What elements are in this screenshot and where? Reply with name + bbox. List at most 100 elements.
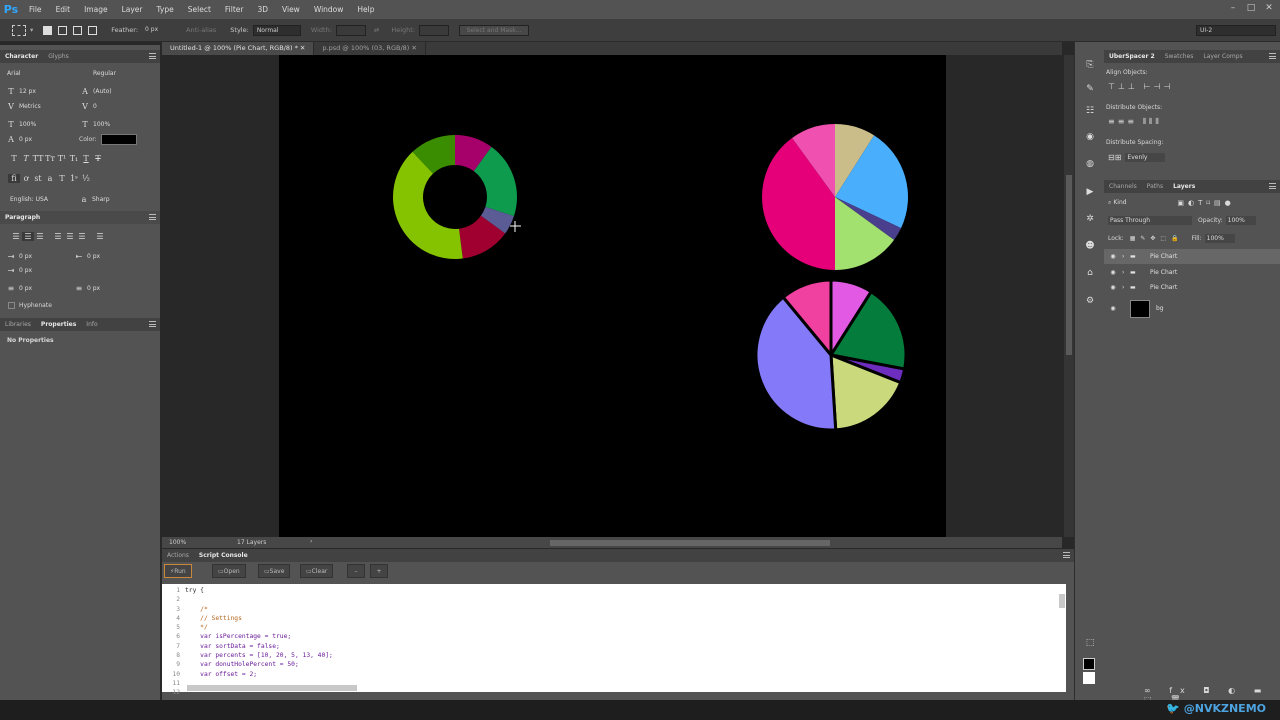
hyphenate-checkbox[interactable] (8, 302, 15, 309)
decrease-font-button[interactable]: – (347, 564, 365, 578)
close-icon[interactable]: ✕ (1262, 3, 1276, 15)
indent-first-input[interactable]: 0 px (17, 266, 67, 275)
horizontal-scrollbar-thumb[interactable] (550, 540, 830, 546)
menu-3d[interactable]: 3D (250, 5, 275, 14)
vertical-scale-input[interactable]: 100% (17, 120, 67, 129)
close-icon[interactable]: ✕ (411, 44, 416, 52)
canvas-vertical-scrollbar[interactable] (1064, 55, 1074, 537)
tracking-input[interactable]: 0 (91, 102, 136, 111)
underline-icon[interactable]: T (80, 154, 92, 163)
language-select[interactable]: English: USA (8, 195, 74, 204)
style-select[interactable]: Normal (252, 24, 301, 36)
panel-menu-icon[interactable] (149, 321, 156, 327)
faux-italic-icon[interactable]: T (20, 154, 32, 163)
clear-button[interactable]: ▭ Clear (300, 564, 334, 578)
font-family-select[interactable]: Arial (5, 69, 87, 78)
code-editor[interactable]: 1 try { 2 3 /* 4 // Settings 5 */ 6 var i… (162, 584, 1066, 696)
subtract-selection-icon[interactable] (73, 25, 83, 35)
menu-window[interactable]: Window (307, 5, 351, 14)
chevron-down-icon[interactable]: ▾ (30, 26, 33, 34)
menu-select[interactable]: Select (181, 5, 218, 14)
menu-filter[interactable]: Filter (218, 5, 251, 14)
layer-row[interactable]: ◉ › ▬ Pie Chart (1104, 280, 1280, 295)
tab-script-console[interactable]: Script Console (194, 552, 253, 559)
tab-untitled-1[interactable]: Untitled-1 @ 100% (Pie Chart, RGB/8) * ✕ (162, 42, 315, 55)
layer-row[interactable]: ◉ › ▬ Pie Chart (1104, 265, 1280, 280)
settings-icon[interactable]: ✲ (1083, 212, 1097, 226)
pie-chart-1[interactable] (762, 124, 908, 270)
leading-input[interactable]: (Auto) (91, 87, 136, 96)
width-input[interactable] (335, 24, 366, 36)
tab-paths[interactable]: Paths (1142, 183, 1168, 190)
justify-left-icon[interactable]: ☰ (52, 232, 64, 241)
tab-properties[interactable]: Properties (36, 321, 81, 328)
add-selection-icon[interactable] (58, 25, 68, 35)
align-right-icon[interactable]: ☰ (34, 232, 46, 241)
space-before-input[interactable]: 0 px (17, 284, 67, 293)
run-button[interactable]: ⚡ Run (164, 564, 192, 578)
tab-layer-comps[interactable]: Layer Comps (1198, 53, 1247, 60)
panel-menu-icon[interactable] (1269, 53, 1276, 59)
open-button[interactable]: ▭ Open (212, 564, 246, 578)
menu-view[interactable]: View (275, 5, 307, 14)
eye-icon[interactable]: ◉ (1104, 284, 1122, 291)
plugin-icon[interactable]: ⌂ (1083, 266, 1097, 280)
marquee-tool-icon[interactable] (12, 24, 26, 36)
layer-row[interactable]: ◉ bg (1104, 298, 1280, 319)
zoom-level[interactable]: 100% (169, 539, 186, 546)
chevron-right-icon[interactable]: › (1122, 284, 1130, 291)
eye-icon[interactable]: ◉ (1104, 253, 1122, 260)
minimize-icon[interactable]: – (1226, 3, 1240, 15)
kind-select[interactable]: Kind (1111, 198, 1161, 207)
fill-input[interactable]: 100% (1204, 234, 1235, 243)
lock-icons[interactable]: ▦✎✥⬚🔒 (1130, 235, 1184, 242)
increase-font-button[interactable]: + (370, 564, 388, 578)
swap-icon[interactable]: ⇄ (374, 26, 379, 34)
feather-input[interactable]: 0 px (142, 25, 178, 36)
swash-icon[interactable]: st (32, 174, 44, 183)
tab-channels[interactable]: Channels (1104, 183, 1142, 190)
select-and-mask-button[interactable]: Select and Mask... (459, 24, 530, 36)
text-color-swatch[interactable] (100, 134, 137, 145)
donut-chart[interactable] (393, 135, 517, 259)
space-after-input[interactable]: 0 px (85, 284, 130, 293)
menu-image[interactable]: Image (77, 5, 115, 14)
layer-filter-icons[interactable]: ▣◐T⌑▤● (1177, 199, 1234, 207)
stylistic-alternates-icon[interactable]: a (44, 174, 56, 183)
antialias-select[interactable]: Sharp (90, 195, 126, 204)
gear-icon[interactable]: ⚙ (1083, 294, 1097, 308)
new-selection-icon[interactable] (43, 25, 53, 35)
horizontal-scale-input[interactable]: 100% (91, 120, 136, 129)
play-icon[interactable]: ▶ (1083, 185, 1097, 199)
eye-icon[interactable]: ◉ (1104, 305, 1122, 312)
justify-right-icon[interactable]: ☰ (76, 232, 88, 241)
ordinals-icon[interactable]: 1ˢ (68, 174, 80, 183)
chevron-right-icon[interactable]: › (310, 538, 312, 545)
justify-all-icon[interactable]: ☰ (94, 232, 106, 241)
panel-menu-icon[interactable] (149, 214, 156, 220)
spacing-select[interactable]: Evenly (1125, 153, 1166, 162)
tab-p-psd[interactable]: p.psd @ 100% (03, RGB/8) ✕ (314, 42, 426, 55)
blend-mode-select[interactable]: Pass Through (1108, 216, 1192, 225)
align-left-icon[interactable]: ☰ (10, 232, 22, 241)
chevron-right-icon[interactable]: › (1122, 253, 1130, 260)
old-style-icon[interactable]: ơ (20, 174, 32, 183)
tab-info[interactable]: Info (81, 321, 102, 328)
menu-layer[interactable]: Layer (115, 5, 150, 14)
eye-icon[interactable]: ◉ (1104, 269, 1122, 276)
brush-icon[interactable]: ✎ (1083, 82, 1097, 96)
align-center-icon[interactable]: ☰ (22, 232, 34, 241)
titling-icon[interactable]: T (56, 174, 68, 183)
document-canvas[interactable] (279, 55, 946, 537)
navigator-icon[interactable]: ◉ (1083, 130, 1097, 144)
tab-glyphs[interactable]: Glyphs (43, 53, 74, 60)
history-icon[interactable]: ⎘ (1083, 58, 1097, 72)
panel-menu-icon[interactable] (1269, 183, 1276, 189)
small-caps-icon[interactable]: Tт (44, 154, 56, 163)
opacity-input[interactable]: 100% (1225, 216, 1256, 225)
align-buttons[interactable]: ⊤⊥⊥ ⊢⊣⊣ (1108, 82, 1173, 91)
tab-swatches[interactable]: Swatches (1160, 53, 1199, 60)
menu-type[interactable]: Type (150, 5, 181, 14)
justify-center-icon[interactable]: ☰ (64, 232, 76, 241)
workspace-select[interactable]: UI-2 (1196, 24, 1276, 36)
